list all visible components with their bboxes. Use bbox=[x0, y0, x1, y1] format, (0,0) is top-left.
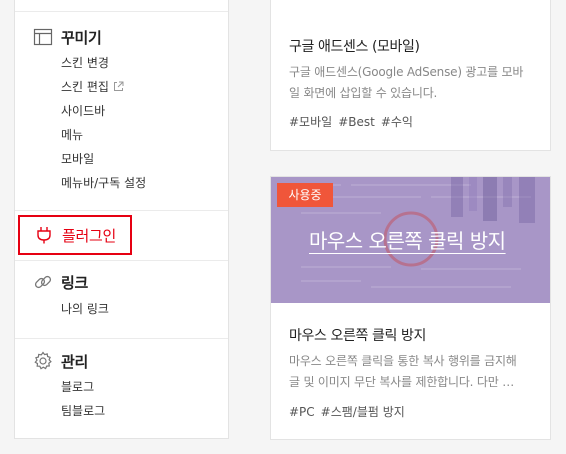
tag[interactable]: #수익 bbox=[381, 115, 413, 129]
card-tags: #모바일 #Best #수익 bbox=[289, 113, 419, 130]
menu-item-mobile[interactable]: 모바일 bbox=[61, 150, 94, 168]
layout-icon bbox=[33, 27, 53, 47]
card-title: 마우스 오른쪽 클릭 방지 bbox=[289, 328, 426, 344]
menu-item-menu[interactable]: 메뉴 bbox=[61, 126, 83, 144]
menu-title-manage: 관리 bbox=[61, 352, 89, 371]
menu-item-skin-change[interactable]: 스킨 변경 bbox=[61, 54, 109, 72]
gear-icon bbox=[33, 351, 53, 371]
menu-item-sidebar[interactable]: 사이드바 bbox=[61, 102, 105, 120]
card-tags: #PC #스팸/블펌 방지 bbox=[289, 403, 411, 420]
card-description-line: 구글 애드센스(Google AdSense) 광고를 모바 bbox=[289, 65, 524, 79]
menu-item-my-link[interactable]: 나의 링크 bbox=[61, 300, 109, 318]
menu-item-skin-edit-label: 스킨 편집 bbox=[61, 80, 109, 94]
thumbnail-title: 마우스 오른쪽 클릭 방지 bbox=[309, 229, 506, 253]
menu-title-link: 링크 bbox=[61, 273, 89, 292]
link-icon bbox=[33, 272, 53, 292]
card-description-line: 마우스 오른쪽 클릭을 통한 복사 행위를 금지해 bbox=[289, 354, 517, 368]
card-title: 구글 애드센스 (모바일) bbox=[289, 39, 420, 55]
in-use-badge: 사용중 bbox=[277, 183, 333, 207]
external-link-icon bbox=[113, 79, 124, 91]
tag[interactable]: #스팸/블펌 방지 bbox=[321, 405, 405, 419]
tag[interactable]: #PC bbox=[289, 405, 315, 419]
menu-title-decorate: 꾸미기 bbox=[61, 28, 102, 47]
plugin-card-right-click-block[interactable]: 사용중 마우스 오른쪽 클릭 방지 마우스 오른쪽 클릭 방지 마우스 오른쪽 … bbox=[270, 176, 551, 440]
card-description-line: 일 화면에 삽입할 수 있습니다. bbox=[289, 86, 438, 100]
menu-item-menubar-subscribe[interactable]: 메뉴바/구독 설정 bbox=[61, 174, 146, 192]
card-description: 마우스 오른쪽 클릭을 통한 복사 행위를 금지해 글 및 이미지 무단 복사를… bbox=[289, 351, 535, 393]
tag[interactable]: #모바일 bbox=[289, 115, 332, 129]
menu-item-team-blog[interactable]: 팀블로그 bbox=[61, 402, 105, 420]
card-description: 구글 애드센스(Google AdSense) 광고를 모바 일 화면에 삽입할… bbox=[289, 62, 535, 104]
card-description-line: 글 및 이미지 무단 복사를 제한합니다. 다만 … bbox=[289, 375, 514, 389]
tag[interactable]: #Best bbox=[338, 115, 375, 129]
menu-header-decorate[interactable]: 꾸미기 bbox=[33, 26, 102, 48]
menu-item-blog[interactable]: 블로그 bbox=[61, 378, 94, 396]
menu-header-manage[interactable]: 관리 bbox=[33, 350, 88, 372]
plugin-card-adsense-mobile[interactable]: 구글 애드센스 (모바일) 구글 애드센스(Google AdSense) 광고… bbox=[270, 0, 551, 151]
card-thumbnail: 사용중 마우스 오른쪽 클릭 방지 bbox=[271, 177, 550, 303]
plugin-highlight-box bbox=[18, 215, 132, 255]
menu-header-link[interactable]: 링크 bbox=[33, 271, 88, 293]
menu-item-skin-edit[interactable]: 스킨 편집 bbox=[61, 78, 124, 96]
